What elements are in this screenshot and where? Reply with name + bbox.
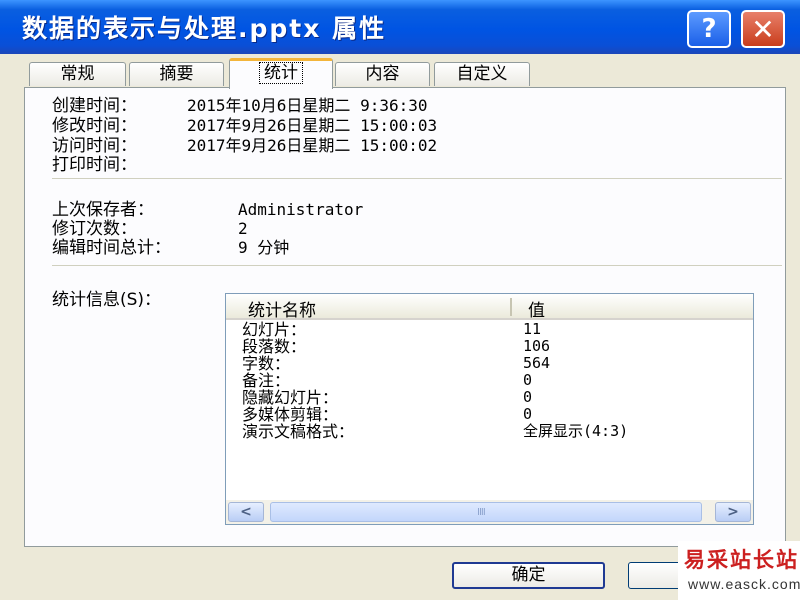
printed-label: 打印时间： <box>52 155 137 175</box>
title-bar[interactable]: 数据的表示与处理.pptx 属性 ? ✕ <box>0 0 800 54</box>
created-value: 2015年10月6日星期二 9:36:30 <box>187 96 428 115</box>
tab-contents[interactable]: 内容 <box>335 62 430 86</box>
separator <box>52 178 782 179</box>
last-saved-by-label: 上次保存者： <box>52 200 154 220</box>
watermark-url: www.easck.com <box>688 576 800 592</box>
revision-value: 2 <box>238 219 248 238</box>
tab-general[interactable]: 常规 <box>29 62 126 86</box>
scroll-left-button[interactable]: < <box>228 502 264 522</box>
edit-time-label: 编辑时间总计： <box>52 238 171 258</box>
table-row[interactable]: 段落数： 106 <box>226 337 753 356</box>
chevron-left-icon: < <box>240 504 252 520</box>
stat-name: 演示文稿格式： <box>242 422 355 441</box>
separator <box>52 265 782 266</box>
scrollbar-thumb[interactable]: IIII <box>270 502 702 522</box>
scroll-right-button[interactable]: > <box>715 502 751 522</box>
watermark: 易采站长站 www.easck.com <box>678 541 800 600</box>
stat-value: 全屏显示(4:3) <box>523 422 629 440</box>
accessed-value: 2017年9月26日星期二 15:00:02 <box>187 136 438 155</box>
modified-label: 修改时间： <box>52 116 137 136</box>
table-row[interactable]: 演示文稿格式： 全屏显示(4:3) <box>226 422 753 441</box>
statistics-label: 统计信息(S)： <box>52 290 162 310</box>
column-divider[interactable] <box>510 298 512 316</box>
modified-value: 2017年9月26日星期二 15:00:03 <box>187 116 438 135</box>
edit-time-value: 9 分钟 <box>238 238 290 257</box>
horizontal-scrollbar[interactable]: < IIII > <box>226 500 753 524</box>
properties-dialog: 数据的表示与处理.pptx 属性 ? ✕ 常规 摘要 统计 内容 自定义 创建时… <box>0 0 800 600</box>
window-title: 数据的表示与处理.pptx 属性 <box>22 14 387 43</box>
help-button[interactable]: ? <box>687 10 731 48</box>
close-icon: ✕ <box>751 12 775 46</box>
last-saved-by-value: Administrator <box>238 200 364 219</box>
accessed-label: 访问时间： <box>52 136 137 156</box>
tab-statistics[interactable]: 统计 <box>229 58 333 89</box>
ok-button[interactable]: 确定 <box>452 562 605 589</box>
tab-summary[interactable]: 摘要 <box>129 62 224 86</box>
statistics-listview[interactable]: 统计名称 值 幻灯片： 11 段落数： 106 字数： 564 备注： 0 隐藏… <box>225 293 754 525</box>
close-button[interactable]: ✕ <box>741 10 785 48</box>
chevron-right-icon: > <box>727 504 739 520</box>
tab-custom[interactable]: 自定义 <box>434 62 530 86</box>
column-header-name[interactable]: 统计名称 <box>248 296 316 321</box>
grip-icon: IIII <box>477 507 486 518</box>
created-label: 创建时间： <box>52 96 137 116</box>
listview-header: 统计名称 值 <box>226 294 753 321</box>
table-row[interactable]: 字数： 564 <box>226 354 753 373</box>
watermark-site-name: 易采站长站 <box>684 547 799 572</box>
revision-label: 修订次数： <box>52 219 137 239</box>
column-header-value[interactable]: 值 <box>528 296 545 321</box>
